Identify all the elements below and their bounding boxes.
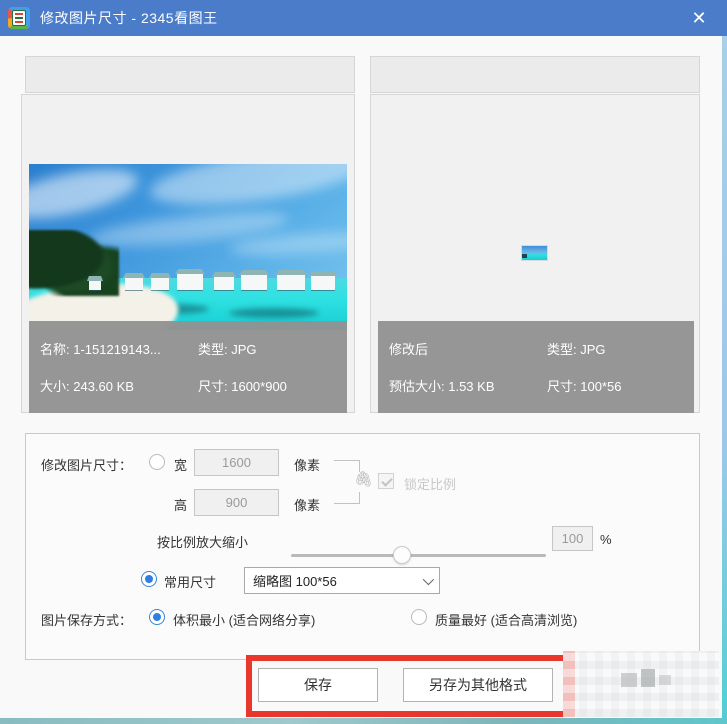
height-unit-label: 像素 [294, 495, 320, 514]
common-size-radio[interactable] [141, 571, 157, 587]
modified-type: 类型: JPG [547, 339, 606, 358]
settings-panel: 修改图片尺寸： 宽 1600 像素 高 900 像素 🖇 锁定比例 按比例放大缩… [25, 433, 700, 660]
common-size-value: 缩略图 100*56 [253, 571, 337, 590]
lock-ratio-label: 锁定比例 [404, 474, 456, 493]
pixelated-watermark [563, 651, 719, 717]
save-mode-best-label: 质量最好 (适合高清浏览) [435, 610, 577, 629]
original-name: 名称: 1-151219143... [40, 339, 198, 358]
resize-dialog: 修改图片尺寸 - 2345看图王 ✕ 名称: 1-151219143... [0, 0, 727, 724]
window-title: 修改图片尺寸 - 2345看图王 [40, 8, 218, 28]
original-size: 大小: 243.60 KB [40, 376, 198, 395]
original-dimensions: 尺寸: 1600*900 [198, 376, 287, 395]
original-preview-panel: 名称: 1-151219143... 类型: JPG 大小: 243.60 KB… [21, 94, 355, 413]
close-icon[interactable]: ✕ [685, 6, 713, 30]
original-panel-header [25, 56, 355, 93]
scale-percent-input[interactable]: 100 [552, 526, 593, 551]
link-bracket-bottom [334, 492, 360, 504]
modified-preview-panel: 修改后 类型: JPG 预估大小: 1.53 KB 尺寸: 100*56 [370, 94, 700, 413]
save-as-other-format-button[interactable]: 另存为其他格式 [403, 668, 553, 702]
modified-size: 预估大小: 1.53 KB [389, 376, 547, 395]
width-input[interactable]: 1600 [194, 449, 279, 476]
modified-title: 修改后 [389, 339, 547, 358]
height-input[interactable]: 900 [194, 489, 279, 516]
link-chain-icon: 🖇 [354, 470, 373, 488]
original-type: 类型: JPG [198, 339, 257, 358]
save-button[interactable]: 保存 [258, 668, 378, 702]
save-mode-smallest-radio[interactable] [149, 609, 165, 625]
scale-slider-thumb[interactable] [393, 546, 411, 564]
height-label: 高 [174, 495, 187, 514]
modified-panel-header [370, 56, 700, 93]
save-mode-smallest-label: 体积最小 (适合网络分享) [173, 610, 315, 629]
original-info-overlay: 名称: 1-151219143... 类型: JPG 大小: 243.60 KB… [29, 321, 347, 413]
width-label: 宽 [174, 455, 187, 474]
save-mode-best-radio[interactable] [411, 609, 427, 625]
chevron-down-icon [423, 573, 434, 584]
modified-dimensions: 尺寸: 100*56 [547, 376, 621, 395]
resize-section-label: 修改图片尺寸： [41, 455, 132, 474]
modified-info-overlay: 修改后 类型: JPG 预估大小: 1.53 KB 尺寸: 100*56 [378, 321, 694, 413]
custom-size-radio[interactable] [149, 454, 165, 470]
background-app-edge [722, 36, 727, 724]
save-mode-label: 图片保存方式： [41, 610, 132, 629]
modified-image-thumbnail [522, 246, 547, 260]
percent-label: % [600, 532, 612, 547]
original-image-preview [29, 164, 347, 330]
title-bar: 修改图片尺寸 - 2345看图王 ✕ [0, 0, 727, 36]
width-unit-label: 像素 [294, 455, 320, 474]
scale-label: 按比例放大缩小 [157, 532, 248, 551]
common-size-dropdown[interactable]: 缩略图 100*56 [244, 567, 440, 594]
bungalows [29, 264, 347, 290]
background-app-bottom-edge [0, 718, 727, 724]
scale-slider[interactable] [291, 554, 546, 557]
common-size-label: 常用尺寸 [164, 572, 216, 591]
app-logo-icon [8, 7, 30, 29]
lock-ratio-checkbox[interactable] [378, 473, 394, 489]
